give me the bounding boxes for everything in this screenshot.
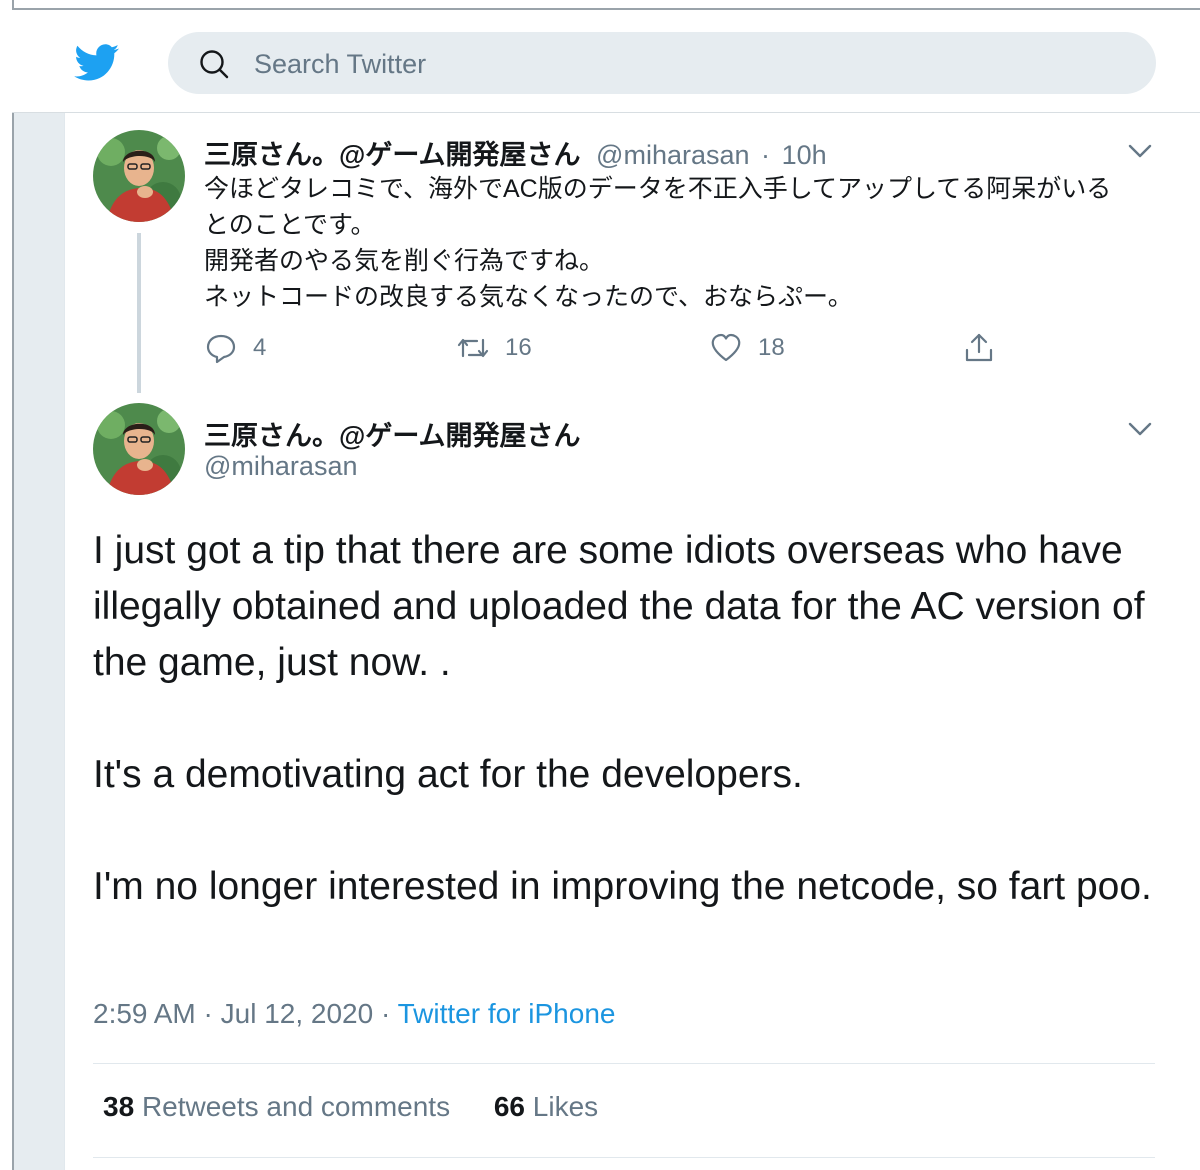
chevron-down-icon[interactable] <box>1127 421 1153 437</box>
chevron-down-icon[interactable] <box>1127 143 1153 159</box>
avatar[interactable] <box>93 403 185 495</box>
search-bar[interactable] <box>168 32 1156 94</box>
reply-count: 4 <box>253 334 267 361</box>
reply-icon <box>206 334 236 364</box>
thread-connector <box>137 233 141 393</box>
retweet-count: 16 <box>505 334 532 361</box>
tweet-stats: 38 Retweets and comments 66 Likes <box>103 1091 598 1123</box>
tweet-paragraph: It's a demotivating act for the develope… <box>93 753 803 796</box>
tweet-header: 三原さん。@ゲーム開発屋さん @miharasan · 10h <box>204 133 827 172</box>
handle[interactable]: @miharasan <box>596 140 749 170</box>
dot-separator: · <box>761 140 771 170</box>
tweet-paragraph: I just got a tip that there are some idi… <box>93 529 1145 684</box>
dot-separator: · <box>380 998 391 1029</box>
dot-separator: · <box>203 998 213 1029</box>
tweet-text-line: とのことです。 <box>204 211 376 239</box>
tweet-timestamp: 2:59 AM · Jul 12, 2020 · Twitter for iPh… <box>93 998 615 1030</box>
like-count: 18 <box>758 334 785 361</box>
retweets-stat[interactable]: 38 Retweets and comments <box>103 1091 450 1122</box>
retweet-icon <box>457 338 489 358</box>
display-name[interactable]: 三原さん。@ゲーム開発屋さん <box>204 140 581 170</box>
handle[interactable]: @miharasan <box>204 451 357 482</box>
tweet-paragraph: I'm no longer interested in improving th… <box>93 865 1152 908</box>
share-button[interactable] <box>963 331 995 365</box>
tweet-source-link[interactable]: Twitter for iPhone <box>398 998 616 1029</box>
likes-stat[interactable]: 66 Likes <box>494 1091 598 1122</box>
twitter-bird-icon[interactable] <box>74 44 120 82</box>
tweet-text: 今ほどタレコミで、海外でAC版のデータを不正入手してアップしてる阿呆がいる との… <box>204 171 1164 315</box>
avatar[interactable] <box>93 130 185 222</box>
search-icon <box>200 50 229 79</box>
window-frame-left <box>0 0 14 1170</box>
tweet-date[interactable]: Jul 12, 2020 <box>221 998 374 1029</box>
display-name[interactable]: 三原さん。@ゲーム開発屋さん <box>204 421 581 451</box>
divider <box>93 1063 1155 1064</box>
reply-button[interactable]: 4 <box>205 331 266 365</box>
tweet-text: I just got a tip that there are some idi… <box>93 523 1173 915</box>
window-frame-top <box>0 0 1200 10</box>
divider <box>93 1157 1155 1158</box>
tweet-text-line: ネットコードの改良する気なくなったので、おならぷー。 <box>204 283 853 311</box>
tweet-time[interactable]: 2:59 AM <box>93 998 196 1029</box>
top-bar <box>12 10 1200 113</box>
share-icon <box>965 333 993 362</box>
retweet-button[interactable]: 16 <box>457 331 532 365</box>
tweet-thread: 三原さん。@ゲーム開発屋さん @miharasan · 10h 今ほどタレコミで… <box>64 113 1200 1170</box>
search-input[interactable] <box>252 42 1116 86</box>
tweet-header: 三原さん。@ゲーム開発屋さん <box>204 414 581 453</box>
like-button[interactable]: 18 <box>710 331 785 365</box>
relative-time[interactable]: 10h <box>782 140 827 170</box>
tweet-text-line: 開発者のやる気を削ぐ行為ですね。 <box>204 247 605 275</box>
heart-icon <box>711 333 741 362</box>
tweet-text-line: 今ほどタレコミで、海外でAC版のデータを不正入手してアップしてる阿呆がいる <box>204 175 1112 203</box>
